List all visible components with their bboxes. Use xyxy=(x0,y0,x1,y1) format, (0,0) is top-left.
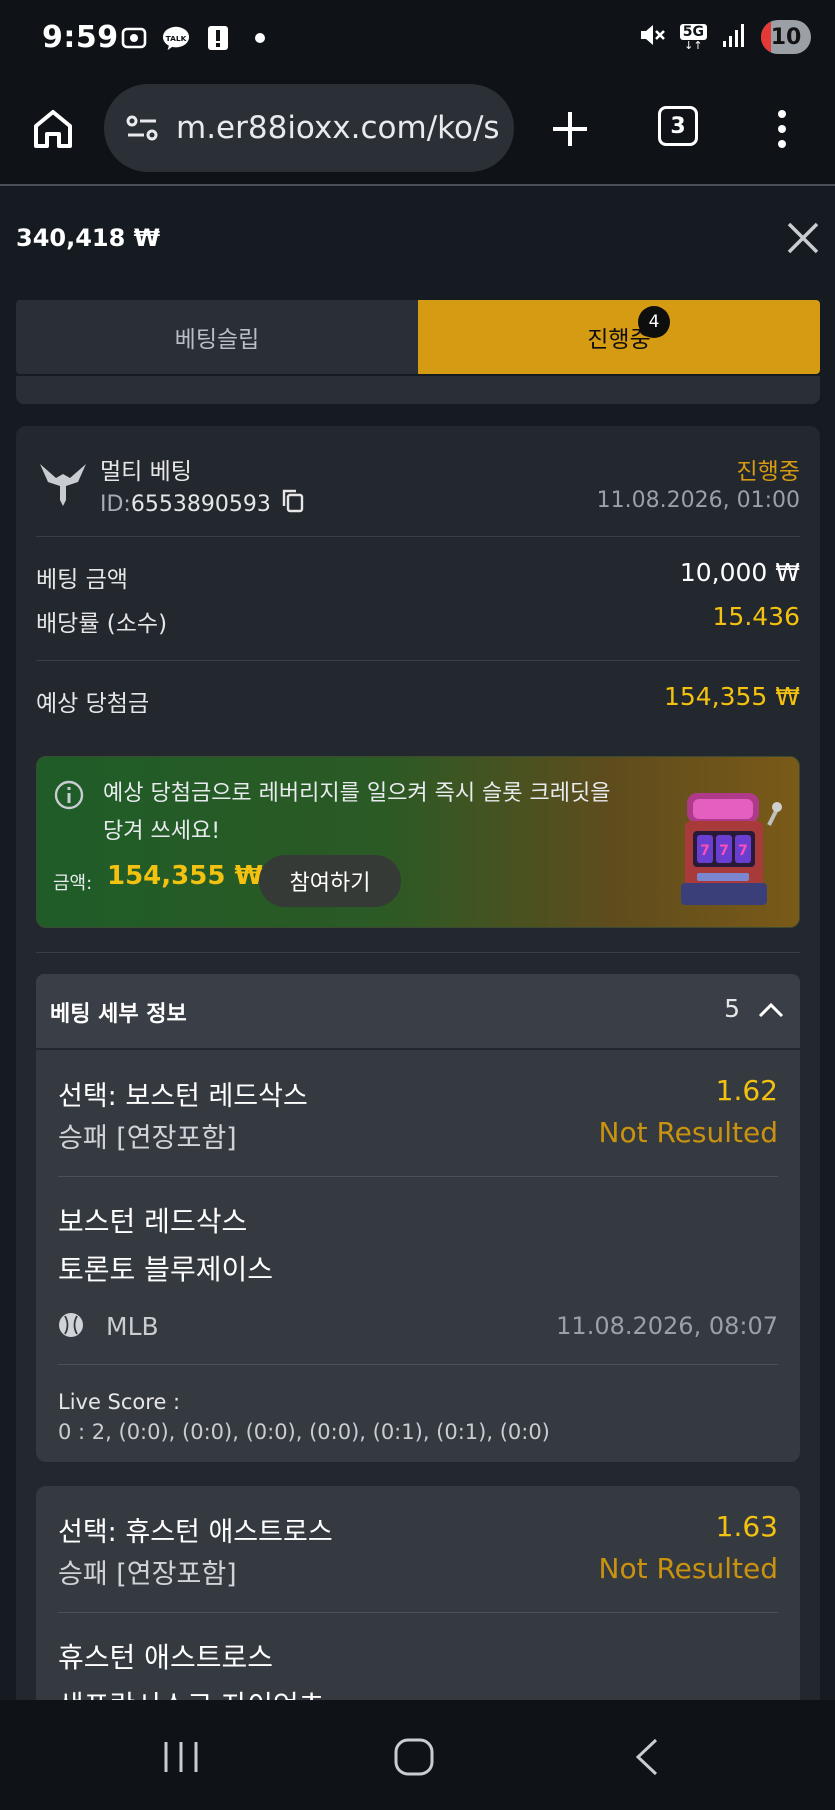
tabs-divider xyxy=(16,376,820,404)
back-icon[interactable] xyxy=(630,1736,664,1778)
odds-label: 배당률 (소수) xyxy=(36,611,168,637)
svg-text:TALK: TALK xyxy=(166,34,187,43)
recent-apps-icon[interactable] xyxy=(160,1738,202,1776)
svg-text:7: 7 xyxy=(719,843,729,859)
join-button[interactable]: 참여하기 xyxy=(259,855,401,907)
live-score: 0 : 2, (0:0), (0:0), (0:0), (0:0), (0:1)… xyxy=(58,1420,550,1444)
battery-level: 10 xyxy=(770,24,802,50)
divider xyxy=(58,1364,778,1365)
home-nav-icon[interactable] xyxy=(392,1736,436,1778)
slot-machine-icon: 7 7 7 xyxy=(677,785,785,915)
signal-icon xyxy=(721,21,747,53)
battery-icon: 10 xyxy=(761,20,811,54)
browser-toolbar: m.er88ioxx.com/ko/s 3 xyxy=(0,80,835,186)
bet-id-value: 6553890593 xyxy=(130,491,271,517)
site-settings-icon[interactable] xyxy=(122,108,162,148)
betslip-tabs: 베팅슬립 진행중 xyxy=(16,300,820,374)
tab-switcher-button[interactable]: 3 xyxy=(658,106,698,146)
odds-value: 15.436 xyxy=(712,602,800,631)
svg-text:7: 7 xyxy=(738,843,748,859)
screenshot-icon xyxy=(120,24,148,52)
bet-date: 11.08.2026, 01:00 xyxy=(596,488,800,513)
balance-display: 340,418 ₩ xyxy=(16,224,161,252)
match-date: 11.08.2026, 08:07 xyxy=(556,1312,778,1340)
payout-value: 154,355 ₩ xyxy=(663,682,800,711)
stake-label: 베팅 금액 xyxy=(36,567,128,593)
bet-id-label: ID: xyxy=(100,491,131,517)
home-icon[interactable] xyxy=(28,104,78,154)
bet-details-title: 베팅 세부 정보 xyxy=(50,1002,187,1027)
result-status: Not Resulted xyxy=(598,1116,778,1149)
away-team: 샌프란시스코 자이언츠 xyxy=(58,1684,325,1700)
away-team: 토론토 블루제이스 xyxy=(58,1253,273,1286)
bet-details-header[interactable]: 베팅 세부 정보 5 xyxy=(36,974,800,1048)
selection: 선택: 보스턴 레드삭스 xyxy=(58,1081,308,1112)
bet-status: 진행중 xyxy=(736,459,800,485)
page-content: 340,418 ₩ 베팅슬립 진행중 4 멀티 베팅 ID: 6553890593… xyxy=(0,188,835,1700)
tab-in-progress[interactable]: 진행중 xyxy=(418,300,820,374)
new-tab-icon[interactable] xyxy=(548,104,592,154)
market: 승패 [연장포함] xyxy=(58,1123,237,1154)
bet-leg: 선택: 보스턴 레드삭스 1.62 승패 [연장포함] Not Resulted… xyxy=(36,1050,800,1462)
network-label: 5G xyxy=(679,23,707,40)
home-team: 휴스턴 애스트로스 xyxy=(58,1641,273,1674)
svg-text:7: 7 xyxy=(700,843,710,859)
divider xyxy=(58,1612,778,1613)
in-progress-badge: 4 xyxy=(638,306,670,338)
leg-odds: 1.63 xyxy=(715,1510,778,1543)
promo-text: 예상 당첨금으로 레버리지를 일으켜 즉시 슬롯 크레딧을 당겨 쓰세요! xyxy=(103,781,611,844)
bet-card: 멀티 베팅 ID: 6553890593 진행중 11.08.2026, 01:0… xyxy=(16,426,820,1700)
home-team: 보스턴 레드삭스 xyxy=(58,1205,248,1238)
status-time: 9:59 xyxy=(42,20,119,55)
live-score-label: Live Score : xyxy=(58,1390,181,1414)
close-icon[interactable] xyxy=(785,220,821,256)
leg-odds: 1.62 xyxy=(715,1074,778,1107)
promo-amount: 154,355 ₩ xyxy=(107,861,264,891)
bet-id-row: ID: 6553890593 xyxy=(100,488,305,520)
bet-leg: 선택: 휴스턴 애스트로스 1.63 승패 [연장포함] Not Resulte… xyxy=(36,1486,800,1700)
address-bar[interactable]: m.er88ioxx.com/ko/s xyxy=(104,84,514,172)
divider xyxy=(36,952,800,953)
payout-label: 예상 당첨금 xyxy=(36,691,150,717)
stake-value: 10,000 ₩ xyxy=(679,558,800,587)
dot-icon xyxy=(246,24,274,52)
mute-icon xyxy=(638,21,666,53)
promo-amount-label: 금액: xyxy=(53,873,93,894)
baseball-icon xyxy=(58,1312,84,1338)
league-name: MLB xyxy=(106,1312,159,1341)
result-status: Not Resulted xyxy=(598,1552,778,1585)
system-nav-bar xyxy=(0,1700,835,1810)
badge-count: 4 xyxy=(638,306,670,338)
selection: 선택: 휴스턴 애스트로스 xyxy=(58,1517,333,1548)
divider xyxy=(36,660,800,661)
more-menu-icon[interactable] xyxy=(772,104,792,154)
divider xyxy=(58,1176,778,1177)
slot-credit-promo: 예상 당첨금으로 레버리지를 일으켜 즉시 슬롯 크레딧을 당겨 쓰세요! 금액… xyxy=(36,756,800,928)
bet-details-count: 5 xyxy=(724,994,740,1023)
divider xyxy=(36,536,800,537)
chevron-up-icon[interactable] xyxy=(756,996,786,1026)
bet-type: 멀티 베팅 xyxy=(100,459,192,485)
alert-icon xyxy=(204,24,232,52)
multi-bet-icon xyxy=(36,454,90,508)
url-text[interactable]: m.er88ioxx.com/ko/s xyxy=(176,110,500,146)
status-bar: 9:59 TALK 5G ↓↑ 10 xyxy=(0,0,835,80)
copy-icon[interactable] xyxy=(281,488,305,520)
market: 승패 [연장포함] xyxy=(58,1559,237,1590)
network-5g-icon: 5G ↓↑ xyxy=(679,23,707,51)
kakaotalk-icon: TALK xyxy=(162,24,190,52)
tab-betslip[interactable]: 베팅슬립 xyxy=(16,300,418,374)
info-icon xyxy=(53,779,85,811)
